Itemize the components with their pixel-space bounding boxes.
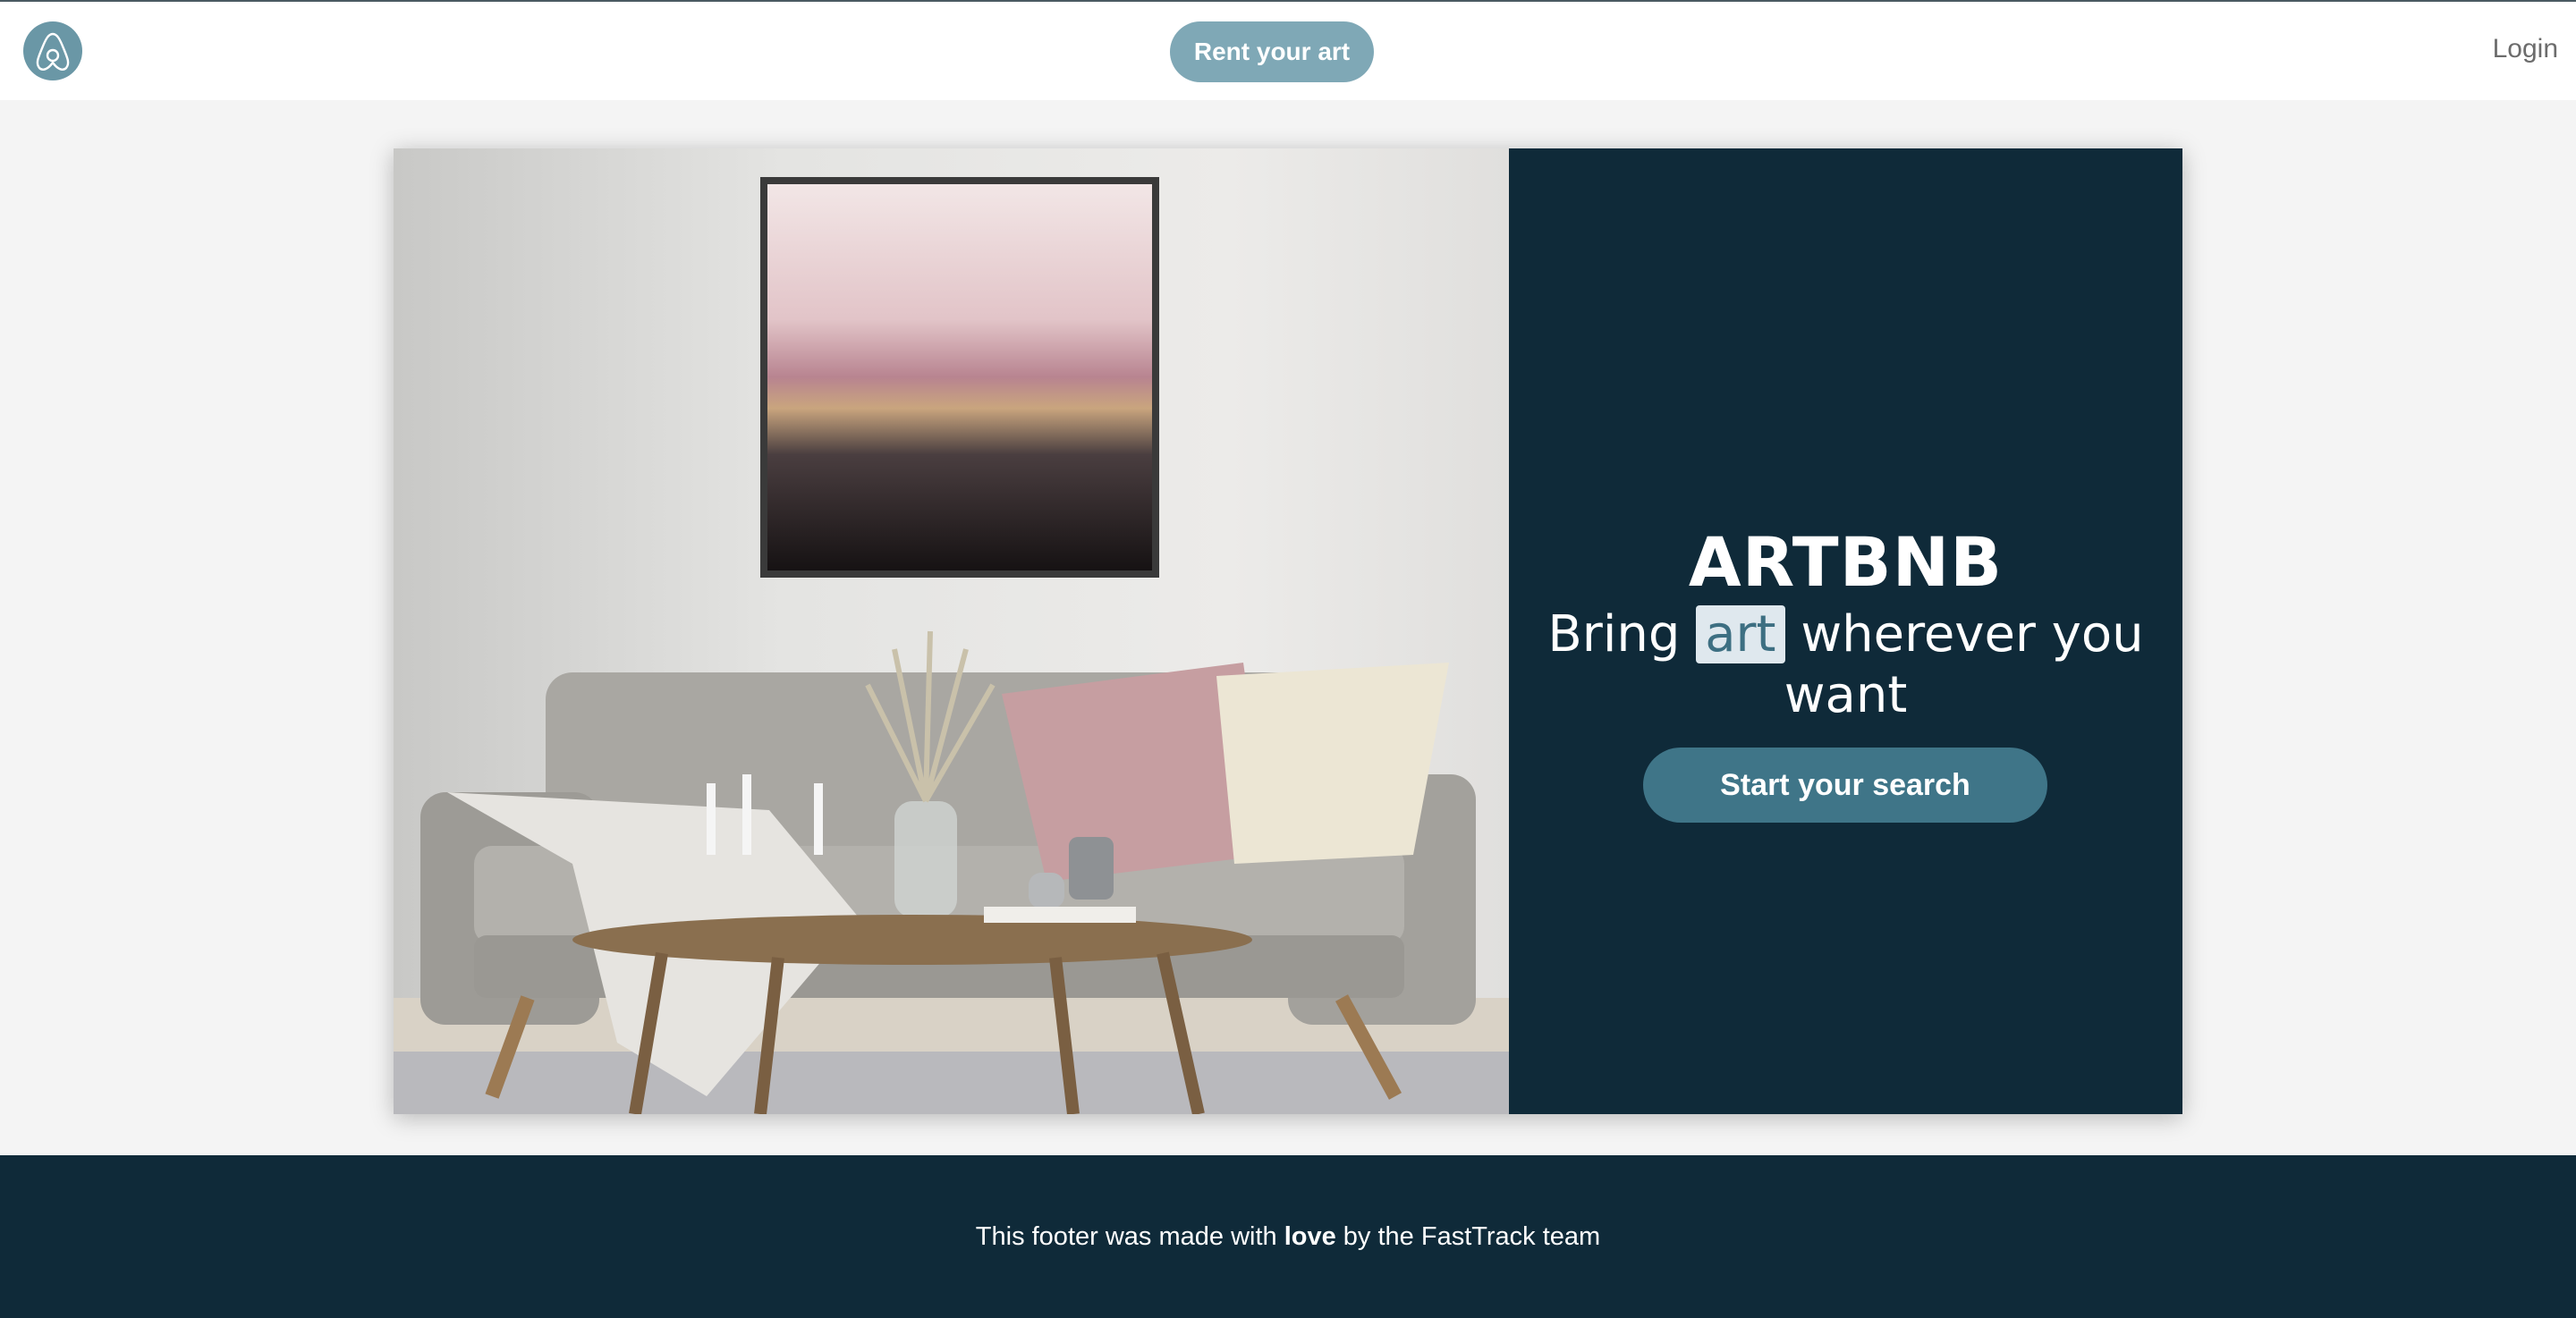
tagline-highlight: art [1696, 605, 1785, 663]
footer-text-end: by the FastTrack team [1335, 1221, 1601, 1251]
footer-text-start: This footer was made with [975, 1221, 1284, 1251]
navbar: Rent your art Login [0, 2, 2576, 100]
hero-card: ARTBNB Bring art wherever you want Start… [394, 148, 2182, 1114]
tagline-start: Bring [1547, 605, 1697, 663]
tagline-end: wherever you want [1784, 605, 2144, 724]
tagline: Bring art wherever you want [1545, 604, 2147, 726]
login-link[interactable]: Login [2451, 34, 2558, 70]
hero-image [394, 148, 1509, 1114]
footer-text: This footer was made with love by the Fa… [976, 1222, 1600, 1252]
footer: This footer was made with love by the Fa… [0, 1155, 2576, 1318]
start-search-button[interactable]: Start your search [1643, 748, 2047, 823]
hero-panel: ARTBNB Bring art wherever you want Start… [1509, 148, 2182, 1114]
airbnb-logo-icon[interactable] [23, 21, 82, 80]
footer-text-bold: love [1284, 1221, 1336, 1251]
brand-title: ARTBNB [1688, 522, 2004, 602]
rent-your-art-button[interactable]: Rent your art [1170, 21, 1374, 82]
